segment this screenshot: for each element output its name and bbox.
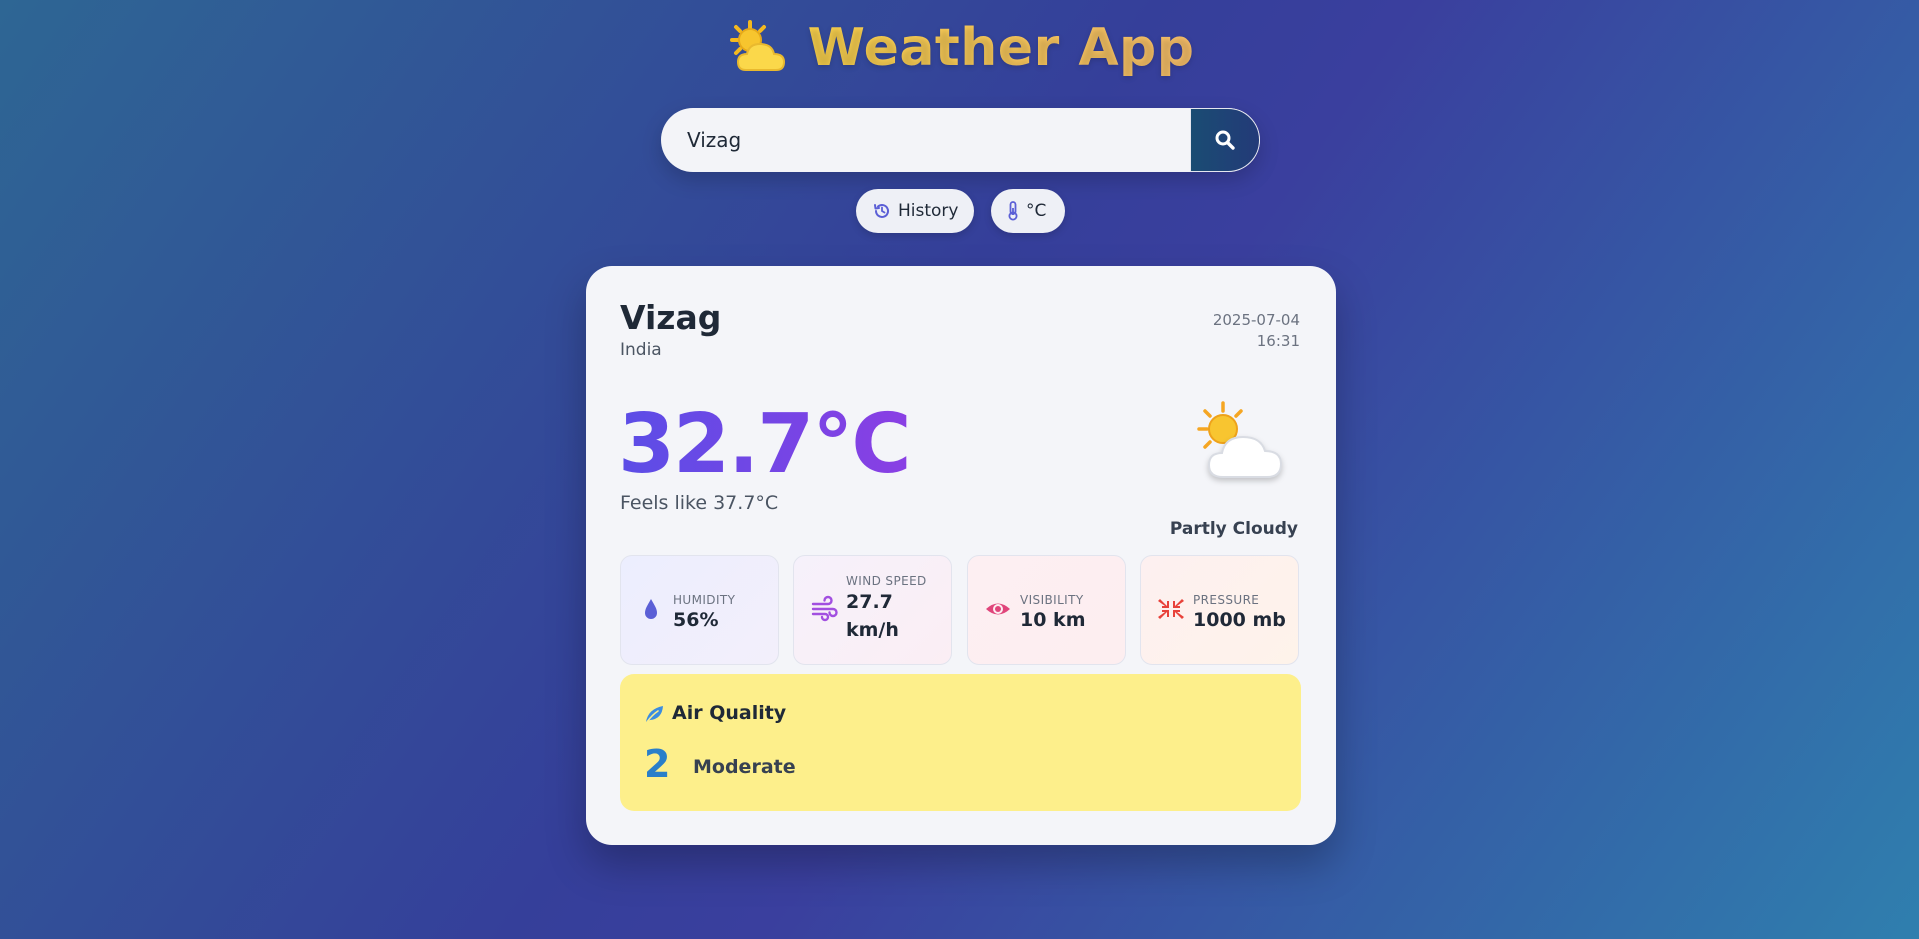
wind-stat: WIND SPEED 27.7 km/h (793, 555, 952, 665)
wind-label: WIND SPEED (846, 574, 927, 588)
search-icon (1215, 130, 1235, 150)
compress-icon (1158, 599, 1184, 619)
thermometer-icon (1008, 201, 1018, 221)
history-icon (874, 203, 889, 218)
pressure-value: 1000 mb (1193, 609, 1286, 631)
visibility-label: VISIBILITY (1020, 593, 1084, 607)
air-quality-title: Air Quality (672, 702, 787, 724)
sun-behind-cloud-icon (730, 20, 786, 71)
country-name: India (620, 340, 662, 360)
temperature: 32.7°C (618, 397, 911, 492)
visibility-value: 10 km (1020, 609, 1086, 631)
date-text: 2025-07-04 (1212, 311, 1300, 329)
partly-cloudy-icon (1197, 401, 1283, 478)
wind-icon (811, 595, 838, 622)
history-button[interactable]: History (856, 189, 974, 233)
app-title: Weather App (807, 18, 1195, 78)
city-name: Vizag (620, 298, 722, 337)
leaf-icon (646, 706, 663, 723)
air-quality-index: 2 (644, 742, 671, 786)
time-text: 16:31 (1256, 332, 1300, 350)
history-label: History (898, 201, 959, 221)
app-header: Weather App (0, 18, 1919, 82)
eye-icon (986, 603, 1010, 615)
search-input[interactable] (661, 108, 1191, 172)
air-quality-panel: Air Quality 2 Moderate (620, 674, 1301, 811)
droplet-icon (645, 599, 657, 619)
wind-value: 27.7 km/h (846, 591, 899, 641)
pressure-label: PRESSURE (1193, 593, 1260, 607)
search-bar (661, 108, 1260, 172)
humidity-label: HUMIDITY (673, 593, 736, 607)
visibility-stat: VISIBILITY 10 km (967, 555, 1126, 665)
pressure-stat: PRESSURE 1000 mb (1140, 555, 1299, 665)
condition-text: Partly Cloudy (1169, 519, 1298, 539)
weather-card: Vizag India 2025-07-04 16:31 32.7°C Feel… (586, 266, 1336, 845)
humidity-value: 56% (673, 609, 719, 631)
unit-label: °C (1026, 201, 1047, 221)
search-button[interactable] (1190, 108, 1260, 172)
humidity-stat: HUMIDITY 56% (620, 555, 779, 665)
feels-like: Feels like 37.7°C (620, 492, 779, 514)
unit-toggle-button[interactable]: °C (991, 189, 1065, 233)
air-quality-label: Moderate (693, 756, 796, 778)
